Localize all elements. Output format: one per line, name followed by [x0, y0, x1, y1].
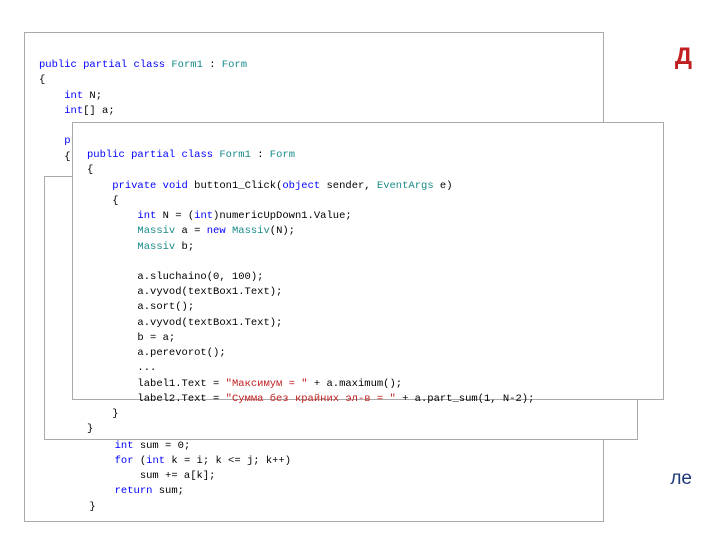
kw: class: [134, 59, 166, 71]
code-line: b = a;: [137, 332, 175, 344]
code: (N);: [270, 225, 295, 237]
kw: int: [137, 210, 156, 222]
code: e): [434, 180, 453, 192]
kw: for: [115, 455, 134, 467]
kw: new: [207, 225, 226, 237]
code-line: a.vyvod(textBox1.Text);: [137, 286, 282, 298]
kw: class: [182, 149, 214, 161]
code: k = i; k <= j; k++): [165, 455, 291, 467]
code: sum = 0;: [134, 440, 191, 452]
kw: public: [87, 149, 125, 161]
kw: int: [146, 455, 165, 467]
kw: private: [112, 180, 156, 192]
code: sender,: [320, 180, 377, 192]
string: "Максимум = ": [226, 378, 308, 390]
code-line: }: [87, 423, 93, 435]
kw: void: [163, 180, 188, 192]
slide-title-fragment: Д: [675, 40, 692, 75]
code: + a.part_sum(1, N-2);: [396, 393, 535, 405]
code-line: {: [64, 151, 70, 163]
code-line: a.sluchaino(0, 100);: [137, 271, 263, 283]
code: label1.Text =: [137, 378, 225, 390]
code-line: {: [39, 74, 45, 86]
code-line: a.perevorot();: [137, 347, 225, 359]
kw: object: [282, 180, 320, 192]
kw: int: [194, 210, 213, 222]
code: b;: [175, 241, 194, 253]
string: "Сумма без крайних эл-в = ": [226, 393, 396, 405]
type: Form: [270, 149, 295, 161]
kw: public: [39, 59, 77, 71]
type: Massiv: [137, 241, 175, 253]
kw: int: [64, 105, 83, 117]
code: [] a;: [83, 105, 115, 117]
code: + a.maximum();: [308, 378, 403, 390]
type: EventArgs: [377, 180, 434, 192]
code: a =: [175, 225, 207, 237]
kw: return: [115, 485, 153, 497]
code-line: a.sort();: [137, 301, 194, 313]
code-line: {: [87, 164, 93, 176]
code-line: ...: [137, 362, 156, 374]
code-box-front: public partial class Form1 : Form { priv…: [72, 122, 664, 400]
type: Form1: [219, 149, 251, 161]
slide-text-fragment: ле: [670, 465, 692, 493]
code: label2.Text =: [137, 393, 225, 405]
code-line: }: [112, 408, 118, 420]
type: Massiv: [137, 225, 175, 237]
type: Form: [222, 59, 247, 71]
code: N;: [83, 90, 102, 102]
code-line: a.vyvod(textBox1.Text);: [137, 317, 282, 329]
code: (: [134, 455, 147, 467]
code: )numericUpDown1.Value;: [213, 210, 352, 222]
kw: partial: [131, 149, 175, 161]
code: sum;: [152, 485, 184, 497]
code-line: {: [112, 195, 118, 207]
code: N = (: [156, 210, 194, 222]
code-line: }: [89, 501, 95, 513]
type: Massiv: [232, 225, 270, 237]
code: button1_Click(: [188, 180, 283, 192]
type: Form1: [171, 59, 203, 71]
kw: int: [115, 440, 134, 452]
kw: partial: [83, 59, 127, 71]
code-line: sum += a[k];: [140, 470, 216, 482]
kw: int: [64, 90, 83, 102]
